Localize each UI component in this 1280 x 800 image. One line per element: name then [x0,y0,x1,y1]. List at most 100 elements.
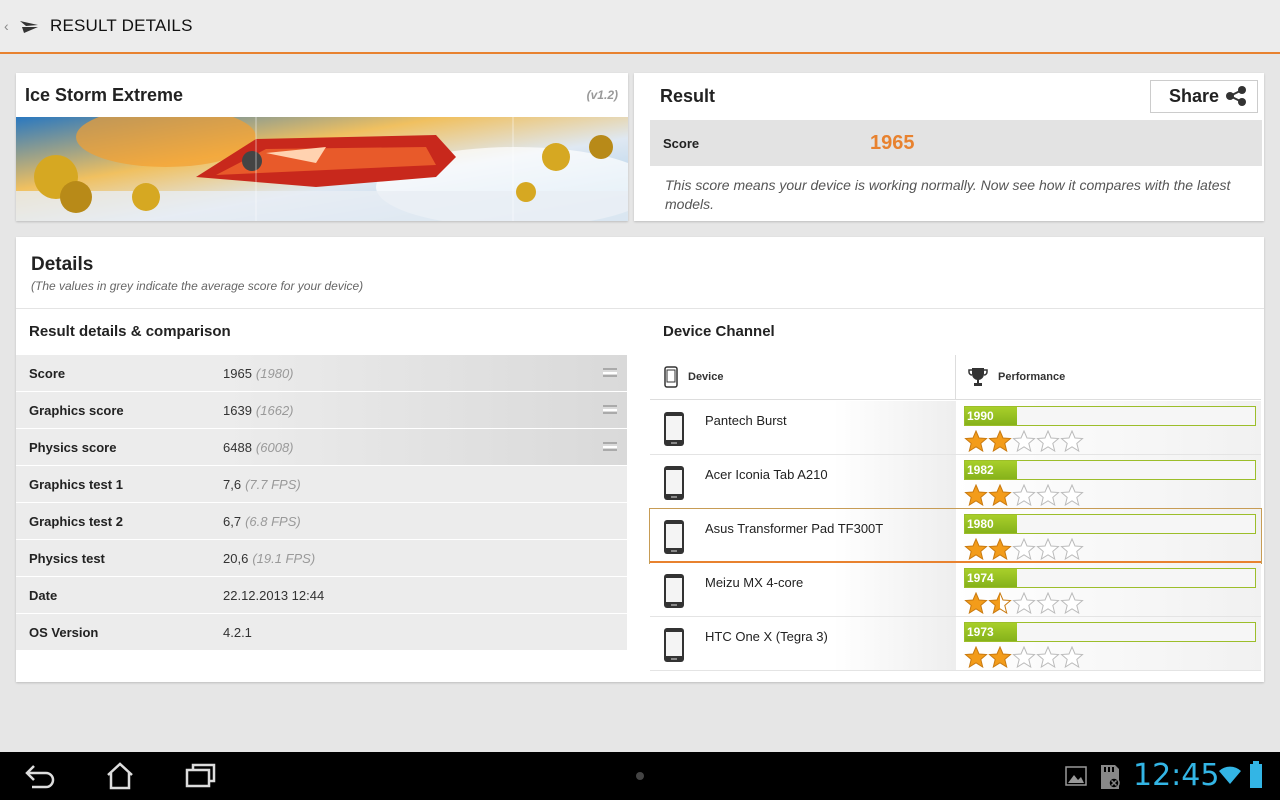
device-column-label: Device [688,371,724,383]
star-icon [1012,484,1036,506]
star-icon [1036,484,1060,506]
row-average: (1980) [255,365,294,381]
performance-cell: 1980 [956,509,1261,561]
score-bar: 1974 [964,568,1256,588]
device-column-header: Device [650,355,956,399]
score-label: Score [663,135,700,151]
benchmark-version: (v1.2) [586,88,618,102]
benchmark-name: Ice Storm Extreme [25,84,184,105]
phone-icon [664,466,684,500]
device-score: 1990 [967,409,994,423]
result-description: This score means your device is working … [665,177,1231,212]
star-icon [1060,538,1084,560]
row-label: Graphics test 1 [29,476,123,492]
table-row: Graphics test 2 6,7 (6.8 FPS) [16,503,627,540]
result-title: Result [660,85,716,106]
performance-cell: 1990 [956,401,1261,454]
row-value: 1639 [223,402,252,418]
row-average: (6008) [255,439,294,455]
device-score: 1980 [967,517,994,531]
home-icon[interactable] [105,762,135,790]
phone-icon [664,628,684,662]
expand-menu-icon[interactable] [603,442,617,451]
row-value: 4.2.1 [223,624,252,640]
star-icon [1060,430,1084,452]
score-bar: 1973 [964,622,1256,642]
score-value: 1965 [870,131,915,154]
row-label: Graphics test 2 [29,513,123,529]
result-header: Result Share [634,73,1264,119]
benchmark-header: Ice Storm Extreme (v1.2) [16,73,628,117]
performance-column-label: Performance [998,371,1066,383]
star-icon [988,592,1012,614]
star-icon [1036,646,1060,668]
star-icon [964,646,988,668]
row-average: (6.8 FPS) [245,513,301,529]
star-icon [1012,646,1036,668]
device-channel-title: Device Channel [663,323,775,340]
score-bar: 1990 [964,406,1256,426]
star-icon [988,646,1012,668]
row-label: Physics score [29,439,117,455]
star-icon [1036,430,1060,452]
device-row[interactable]: HTC One X (Tegra 3) 1973 [650,617,1261,671]
result-card: Result Share Score 1965 This score means… [634,73,1264,221]
back-icon[interactable] [24,762,56,790]
benchmark-card: Ice Storm Extreme (v1.2) [16,73,628,221]
performance-cell: 1973 [956,617,1261,670]
row-label: Score [29,365,66,381]
star-icon [964,538,988,560]
performance-column-header: Performance [956,355,1261,399]
app-logo-icon[interactable] [18,15,40,37]
device-row[interactable]: Asus Transformer Pad TF300T 1980 [649,508,1262,564]
wifi-icon [1219,766,1241,784]
star-icon [1036,538,1060,560]
table-row[interactable]: Graphics score 1639 (1662) [16,392,627,429]
table-row[interactable]: Physics score 6488 (6008) [16,429,627,466]
phone-icon [664,412,684,446]
phone-icon [664,520,684,554]
star-icon [1012,430,1036,452]
device-cell: Pantech Burst [650,401,956,454]
device-row[interactable]: Acer Iconia Tab A210 1982 [650,455,1261,509]
share-icon [1226,86,1246,106]
trophy-icon [968,368,988,386]
star-icon [988,430,1012,452]
phone-icon [664,366,678,388]
star-rating [964,484,1261,506]
row-label: Physics test [29,550,105,566]
back-caret-icon[interactable]: ‹ [4,18,14,34]
device-name: Meizu MX 4-core [705,575,804,590]
star-rating [964,646,1261,668]
row-value: 20,6 [223,550,249,566]
row-value: 22.12.2013 12:44 [223,587,325,603]
page-title: RESULT DETAILS [50,16,193,35]
device-name: Asus Transformer Pad TF300T [705,521,884,536]
performance-cell: 1974 [956,563,1261,616]
comparison-title: Result details & comparison [29,323,231,340]
row-label: OS Version [29,624,99,640]
device-row[interactable]: Meizu MX 4-core 1974 [650,563,1261,617]
device-cell: Asus Transformer Pad TF300T [650,509,956,561]
expand-menu-icon[interactable] [603,368,617,377]
share-button[interactable]: Share [1150,79,1258,113]
expand-menu-icon[interactable] [603,405,617,414]
star-rating [964,430,1261,452]
score-bar: 1980 [964,514,1256,534]
star-icon [964,484,988,506]
recent-apps-icon[interactable] [185,762,217,790]
table-row[interactable]: Score 1965 (1980) [16,355,627,392]
device-cell: Acer Iconia Tab A210 [650,455,956,508]
page-indicator-dot [636,772,644,780]
gallery-notification-icon[interactable] [1065,766,1087,786]
device-channel-header: Device Performance [650,355,1261,400]
star-icon [1012,538,1036,560]
table-row: Physics test 20,6 (19.1 FPS) [16,540,627,577]
row-value: 6,7 [223,513,242,529]
device-row[interactable]: Pantech Burst 1990 [650,401,1261,455]
star-icon [1060,646,1084,668]
device-cell: Meizu MX 4-core [650,563,956,616]
details-subtitle: (The values in grey indicate the average… [31,279,364,293]
sd-card-icon[interactable] [1098,764,1122,790]
star-icon [964,592,988,614]
